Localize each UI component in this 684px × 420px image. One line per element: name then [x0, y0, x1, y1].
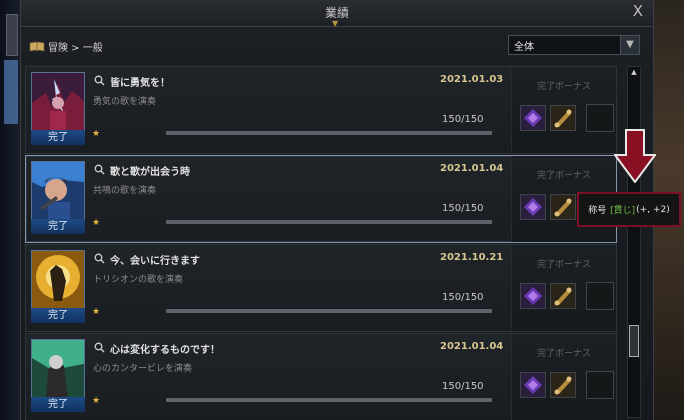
achievement-entry[interactable]: 完了 ★ 歌と歌が出会う時 共鳴の歌を演奏 2021.01.04 150/150…: [25, 155, 617, 243]
achievement-description: 共鳴の歌を演奏: [93, 186, 157, 196]
bonus-label: 完了ボーナス: [536, 171, 591, 181]
bonus-label: 完了ボーナス: [536, 260, 591, 270]
achievement-entry[interactable]: 完了 ★ 今、会いに行きます トリシオンの歌を演奏 2021.10.21 150…: [25, 244, 617, 332]
empty-reward-slot[interactable]: [586, 282, 614, 310]
search-icon: [94, 253, 105, 264]
star-icon: ★: [92, 307, 101, 317]
search-icon: [94, 75, 105, 86]
progress-fill: [166, 220, 492, 224]
achievement-thumbnail: [31, 72, 85, 132]
bonus-label: 完了ボーナス: [536, 349, 591, 359]
progress-bar: [166, 131, 492, 135]
purple-gem-icon: [521, 195, 545, 219]
achievement-entry[interactable]: 完了 ★ 皆に勇気を！ 勇気の歌を演奏 2021.01.03 150/150 完…: [25, 66, 617, 154]
scroll-icon: [551, 106, 575, 130]
completed-badge: 完了: [31, 397, 85, 412]
progress-text: 150/150: [442, 381, 484, 392]
completion-bonus-panel: 完了ボーナス: [511, 245, 616, 331]
star-icon: ★: [92, 396, 101, 406]
achievement-list: 完了 ★ 皆に勇気を！ 勇気の歌を演奏 2021.01.03 150/150 完…: [25, 62, 621, 420]
purple-gem-icon: [521, 106, 545, 130]
title-reward-tooltip: 称号 [貫じ] (+, +2): [577, 192, 681, 227]
achievement-thumbnail: [31, 250, 85, 310]
star-icon: ★: [92, 129, 101, 139]
achievement-date: 2021.01.04: [440, 341, 504, 352]
progress-text: 150/150: [442, 292, 484, 303]
progress-text: 150/150: [442, 203, 484, 214]
book-icon: [29, 41, 45, 51]
reward-slot[interactable]: [520, 105, 546, 131]
title-bar[interactable]: 業績 ▼ X: [21, 0, 653, 28]
breadcrumb-text: 冒険 > 一般: [48, 42, 103, 54]
filter-selected-value: 全体: [514, 42, 534, 53]
tooltip-suffix: (+, +2): [636, 204, 670, 215]
search-icon: [94, 164, 105, 175]
reward-slot[interactable]: [550, 105, 576, 131]
scroll-up-arrow-icon[interactable]: ▲: [628, 67, 640, 77]
progress-text: 150/150: [442, 114, 484, 125]
achievement-title: 歌と歌が出会う時: [110, 167, 190, 178]
category-filter-dropdown[interactable]: 全体 ▼: [508, 35, 640, 55]
reward-slot[interactable]: [550, 372, 576, 398]
side-handle: [6, 14, 18, 56]
empty-reward-slot[interactable]: [586, 371, 614, 399]
achievement-entry[interactable]: 完了 ★ 心は変化するものです！ 心のカンタービレを演奏 2021.01.04 …: [25, 333, 617, 420]
progress-bar: [166, 398, 492, 402]
close-button[interactable]: X: [633, 2, 643, 20]
completion-bonus-panel: 完了ボーナス: [511, 334, 616, 420]
scroll-thumb[interactable]: [629, 325, 639, 357]
bonus-label: 完了ボーナス: [536, 82, 591, 92]
achievement-window: 業績 ▼ X 冒険 > 一般 全体 ▼ 完了 ★ 皆に勇気を！ 勇気の歌を演奏 …: [20, 0, 654, 420]
breadcrumb: 冒険 > 一般: [29, 38, 103, 54]
reward-slot[interactable]: [550, 194, 576, 220]
progress-fill: [166, 398, 492, 402]
achievement-description: 心のカンタービレを演奏: [93, 364, 193, 374]
purple-gem-icon: [521, 284, 545, 308]
progress-bar: [166, 220, 492, 224]
achievement-title: 皆に勇気を！: [110, 78, 170, 89]
achievement-date: 2021.10.21: [440, 252, 504, 263]
title-ornament-icon: ▼: [332, 19, 339, 28]
reward-slot[interactable]: [520, 283, 546, 309]
side-tab: [4, 60, 18, 124]
search-icon: [94, 342, 105, 353]
completion-bonus-panel: 完了ボーナス: [511, 67, 616, 153]
empty-reward-slot[interactable]: [586, 104, 614, 132]
reward-slot[interactable]: [520, 372, 546, 398]
purple-gem-icon: [521, 373, 545, 397]
progress-bar: [166, 309, 492, 313]
progress-fill: [166, 131, 492, 135]
achievement-date: 2021.01.03: [440, 74, 504, 85]
chevron-down-icon[interactable]: ▼: [620, 36, 639, 54]
achievement-description: トリシオンの歌を演奏: [93, 275, 184, 285]
achievement-description: 勇気の歌を演奏: [93, 97, 157, 107]
down-arrow-icon: [614, 129, 656, 183]
tooltip-prefix: 称号: [588, 206, 607, 216]
reward-slot[interactable]: [550, 283, 576, 309]
achievement-thumbnail: [31, 161, 85, 221]
scroll-icon: [551, 373, 575, 397]
tooltip-tag: [貫じ]: [610, 206, 636, 216]
scroll-icon: [551, 195, 575, 219]
scroll-icon: [551, 284, 575, 308]
star-icon: ★: [92, 218, 101, 228]
completed-badge: 完了: [31, 219, 85, 234]
progress-fill: [166, 309, 492, 313]
reward-slot[interactable]: [520, 194, 546, 220]
achievement-thumbnail: [31, 339, 85, 399]
list-scrollbar[interactable]: ▲: [627, 66, 641, 418]
achievement-title: 心は変化するものです！: [110, 345, 220, 356]
completed-badge: 完了: [31, 308, 85, 323]
completed-badge: 完了: [31, 130, 85, 145]
achievement-title: 今、会いに行きます: [110, 256, 200, 267]
achievement-date: 2021.01.04: [440, 163, 504, 174]
